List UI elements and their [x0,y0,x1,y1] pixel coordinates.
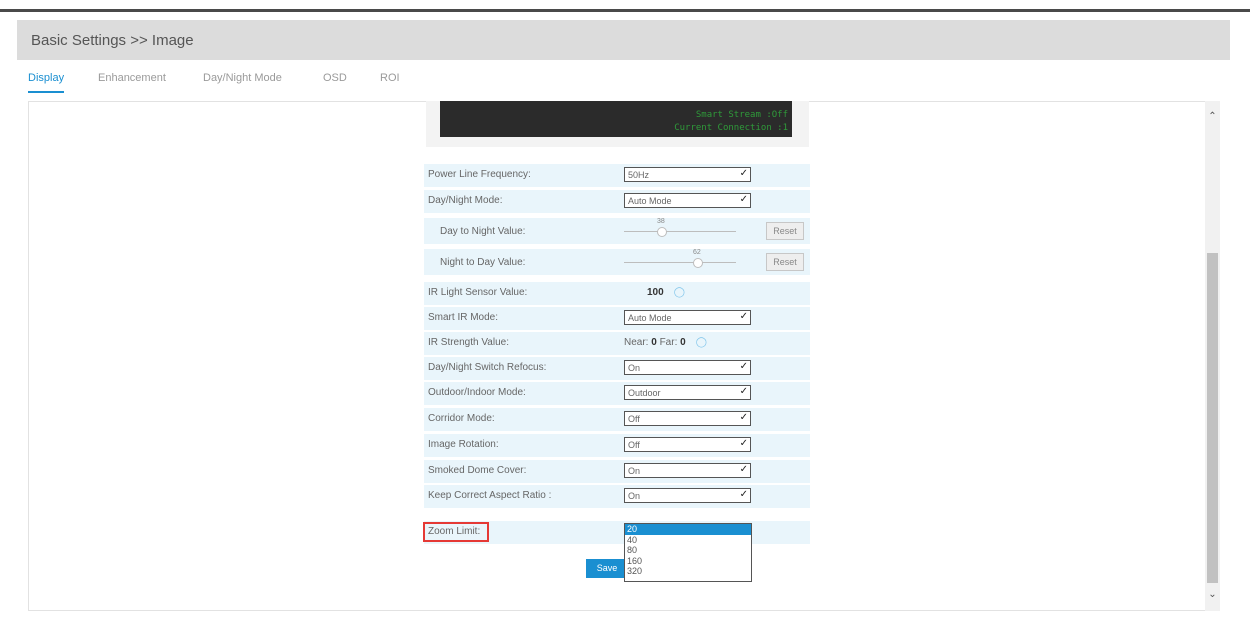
chevron-down-icon: ✓ [739,412,748,423]
far-label: Far: [659,337,678,348]
night-to-day-reset-button[interactable]: Reset [766,253,804,271]
chevron-down-icon: ✓ [739,464,748,475]
label-day-night-mode: Day/Night Mode: [428,195,503,206]
label-power-line-frequency: Power Line Frequency: [428,169,531,180]
chevron-down-icon: ✓ [739,386,748,397]
label-night-to-day: Night to Day Value: [440,257,526,268]
chevron-down-icon: ✓ [739,311,748,322]
select-value: On [628,491,641,501]
refocus-select[interactable]: On ✓ [624,360,751,375]
power-line-frequency-select[interactable]: 50Hz ✓ [624,167,751,182]
select-value: Off [628,440,640,450]
day-night-mode-select[interactable]: Auto Mode ✓ [624,193,751,208]
select-value: Auto Mode [628,313,672,323]
zoom-option-20[interactable]: 20 [625,524,751,535]
row-outdoor-indoor: Outdoor/Indoor Mode: Outdoor ✓ [424,382,810,405]
osd-current-connection: Current Connection :1 [674,123,788,133]
row-night-to-day: Night to Day Value: 62 Reset [424,249,810,275]
row-corridor: Corridor Mode: Off ✓ [424,408,810,431]
night-to-day-slider[interactable]: 62 [624,249,736,268]
top-bar [0,0,1250,12]
label-smart-ir-mode: Smart IR Mode: [428,312,499,323]
row-refocus: Day/Night Switch Refocus: On ✓ [424,357,810,380]
tab-day-night-mode[interactable]: Day/Night Mode [203,72,282,84]
save-button[interactable]: Save [586,559,628,578]
label-aspect-ratio: Keep Correct Aspect Ratio : [428,490,552,501]
label-refocus: Day/Night Switch Refocus: [428,362,547,373]
row-day-to-night: Day to Night Value: 38 Reset [424,218,810,244]
chevron-down-icon[interactable]: ⌄ [1205,589,1220,600]
row-rotation: Image Rotation: Off ✓ [424,434,810,457]
row-power-line-frequency: Power Line Frequency: 50Hz ✓ [424,164,810,187]
select-value: Outdoor [628,388,661,398]
tab-enhancement[interactable]: Enhancement [98,72,166,84]
tab-roi[interactable]: ROI [380,72,400,84]
zoom-option-320[interactable]: 320 [625,566,751,577]
aspect-ratio-select[interactable]: On ✓ [624,488,751,503]
label-ir-light-sensor: IR Light Sensor Value: [428,287,528,298]
zoom-option-80[interactable]: 80 [625,545,751,556]
far-value: 0 [680,337,686,348]
chevron-down-icon: ✓ [739,168,748,179]
select-value: 50Hz [628,170,650,180]
tab-osd[interactable]: OSD [323,72,347,84]
row-aspect-ratio: Keep Correct Aspect Ratio : On ✓ [424,485,810,508]
smoked-dome-select[interactable]: On ✓ [624,463,751,478]
ir-light-sensor-value: 100 ◯ [647,287,685,298]
chevron-up-icon[interactable]: ⌃ [1205,111,1220,122]
chevron-down-icon: ✓ [739,438,748,449]
video-frame: Smart Stream :Off Current Connection :1 [440,101,792,137]
select-value: On [628,466,641,476]
osd-smart-stream: Smart Stream :Off [695,110,788,120]
page-header: Basic Settings >> Image [17,20,1230,60]
ir-value: 100 [647,287,664,298]
label-ir-strength: IR Strength Value: [428,337,509,348]
near-value: 0 [651,337,657,348]
breadcrumb: Basic Settings >> Image [31,32,194,49]
smart-ir-mode-select[interactable]: Auto Mode ✓ [624,310,751,325]
corridor-select[interactable]: Off ✓ [624,411,751,426]
slider-handle[interactable] [657,227,667,237]
label-day-to-night: Day to Night Value: [440,226,526,237]
scrollbar[interactable]: ⌃ ⌄ [1205,101,1220,611]
slider-handle[interactable] [693,258,703,268]
rotation-select[interactable]: Off ✓ [624,437,751,452]
row-ir-strength: IR Strength Value: Near: 0 Far: 0 ◯ [424,332,810,355]
scroll-thumb[interactable] [1207,253,1218,583]
outdoor-indoor-select[interactable]: Outdoor ✓ [624,385,751,400]
label-rotation: Image Rotation: [428,439,499,450]
zoom-limit-listbox[interactable]: 20 40 80 160 320 [624,523,752,582]
near-label: Near: [624,337,649,348]
chevron-down-icon: ✓ [739,489,748,500]
zoom-option-40[interactable]: 40 [625,535,751,546]
video-preview: Smart Stream :Off Current Connection :1 [426,101,809,147]
refresh-icon[interactable]: ◯ [674,287,685,298]
refresh-icon[interactable]: ◯ [696,337,707,348]
zoom-limit-highlight [423,522,489,542]
row-smart-ir-mode: Smart IR Mode: Auto Mode ✓ [424,307,810,330]
slider-value: 38 [657,218,665,225]
row-smoked-dome: Smoked Dome Cover: On ✓ [424,460,810,483]
zoom-option-160[interactable]: 160 [625,556,751,567]
select-value: Off [628,414,640,424]
day-to-night-slider[interactable]: 38 [624,218,736,237]
row-day-night-mode: Day/Night Mode: Auto Mode ✓ [424,190,810,213]
day-to-night-reset-button[interactable]: Reset [766,222,804,240]
chevron-down-icon: ✓ [739,361,748,372]
row-ir-light-sensor: IR Light Sensor Value: 100 ◯ [424,282,810,305]
tab-display[interactable]: Display [28,72,65,93]
select-value: On [628,363,641,373]
label-outdoor-indoor: Outdoor/Indoor Mode: [428,387,526,398]
slider-value: 62 [693,249,701,256]
select-value: Auto Mode [628,196,672,206]
label-corridor: Corridor Mode: [428,413,495,424]
label-smoked-dome: Smoked Dome Cover: [428,465,527,476]
ir-strength-value: Near: 0 Far: 0 ◯ [624,337,707,348]
chevron-down-icon: ✓ [739,194,748,205]
